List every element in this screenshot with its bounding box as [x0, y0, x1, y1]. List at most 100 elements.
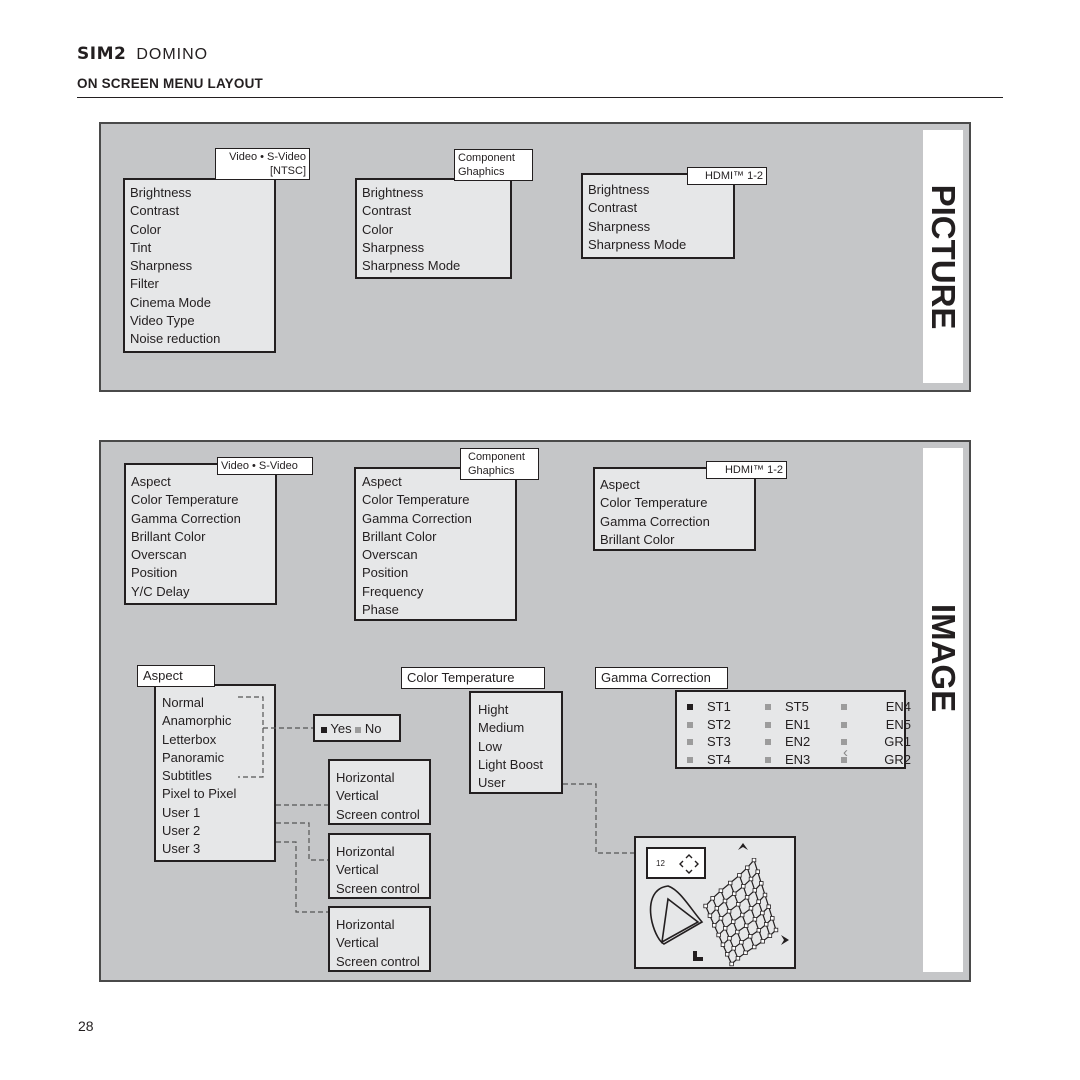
submenu-item[interactable]: Horizontal [336, 769, 429, 787]
color-temp-option[interactable]: Light Boost [478, 756, 561, 774]
gamma-correction-menu[interactable]: ST1 ST5 EN4 ST2 EN1 EN5 ST3 EN2 GR1 ST4 … [675, 690, 911, 769]
yes-option[interactable]: Yes [330, 721, 351, 736]
aspect-option[interactable]: Anamorphic [162, 712, 274, 730]
yes-radio-icon[interactable] [321, 726, 327, 733]
submenu-item[interactable]: Horizontal [336, 916, 429, 934]
aspect-option[interactable]: User 3 [162, 840, 274, 858]
menu-item[interactable]: Sharpness Mode [588, 236, 733, 254]
radio-icon[interactable] [765, 721, 771, 728]
radio-icon[interactable] [687, 721, 693, 728]
picture-menu-video[interactable]: Brightness Contrast Color Tint Sharpness… [123, 178, 276, 353]
color-user-panel[interactable]: 12 [634, 836, 796, 969]
menu-item[interactable]: Color Temperature [600, 494, 754, 512]
menu-item[interactable]: Position [131, 564, 275, 582]
menu-item[interactable]: Cinema Mode [130, 294, 274, 312]
menu-item[interactable]: Brillant Color [600, 531, 754, 549]
color-temp-option[interactable]: Hight [478, 701, 561, 719]
aspect-option[interactable]: Pixel to Pixel [162, 785, 274, 803]
direction-arrows-icon[interactable] [676, 851, 702, 877]
gamma-option[interactable]: EN5 [861, 716, 911, 734]
menu-item[interactable]: Contrast [362, 202, 510, 220]
menu-item[interactable]: Overscan [362, 546, 515, 564]
menu-item[interactable]: Color Temperature [362, 491, 515, 509]
menu-item[interactable]: Filter [130, 275, 274, 293]
menu-item[interactable]: Noise reduction [130, 330, 274, 348]
no-option[interactable]: No [365, 721, 382, 736]
menu-item[interactable]: Gamma Correction [600, 513, 754, 531]
gamma-option[interactable]: ST1 [707, 698, 765, 716]
menu-item[interactable]: Aspect [131, 473, 275, 491]
menu-item[interactable]: Brightness [362, 184, 510, 202]
submenu-item[interactable]: Horizontal [336, 843, 429, 861]
gamma-option[interactable]: ST5 [785, 698, 841, 716]
grid-node [744, 895, 750, 900]
gamma-option[interactable]: EN3 [785, 751, 841, 769]
radio-icon[interactable] [841, 704, 847, 710]
submenu-item[interactable]: Screen control [336, 953, 429, 971]
menu-item[interactable]: Brillant Color [131, 528, 275, 546]
menu-item[interactable]: Sharpness [588, 218, 733, 236]
aspect-option[interactable]: Letterbox [162, 731, 274, 749]
menu-item[interactable]: Contrast [130, 202, 274, 220]
menu-item[interactable]: Frequency [362, 583, 515, 601]
color-temp-option[interactable]: Low [478, 738, 561, 756]
gamma-option[interactable]: EN1 [785, 716, 841, 734]
menu-item[interactable]: Tint [130, 239, 274, 257]
submenu-item[interactable]: Vertical [336, 934, 429, 952]
menu-item[interactable]: Color Temperature [131, 491, 275, 509]
menu-item[interactable]: Sharpness Mode [362, 257, 510, 275]
aspect-menu[interactable]: Normal Anamorphic Letterbox Panoramic Su… [154, 684, 276, 862]
radio-icon[interactable] [687, 756, 693, 763]
submenu-item[interactable]: Vertical [336, 787, 429, 805]
subtitles-yes-no[interactable]: Yes No [313, 714, 401, 742]
menu-item[interactable]: Contrast [588, 199, 733, 217]
no-radio-icon[interactable] [355, 726, 362, 733]
gamma-option[interactable]: GR1 [861, 733, 911, 751]
menu-item[interactable]: Brillant Color [362, 528, 515, 546]
user2-submenu[interactable]: Horizontal Vertical Screen control [328, 833, 431, 899]
menu-item[interactable]: Position [362, 564, 515, 582]
gamma-option[interactable]: ST2 [707, 716, 765, 734]
gamma-option[interactable]: EN4 [861, 698, 911, 716]
radio-icon[interactable] [687, 704, 693, 710]
grid-node [741, 884, 746, 889]
submenu-item[interactable]: Vertical [336, 861, 429, 879]
gamma-option[interactable]: GR2 [861, 751, 911, 769]
menu-item[interactable]: Sharpness [362, 239, 510, 257]
radio-icon[interactable] [765, 739, 771, 745]
gamma-option[interactable]: ST3 [707, 733, 765, 751]
gamma-option[interactable]: EN2 [785, 733, 841, 751]
radio-icon[interactable] [765, 756, 771, 763]
menu-item[interactable]: Brightness [130, 184, 274, 202]
radio-icon[interactable] [765, 704, 771, 710]
submenu-item[interactable]: Screen control [336, 880, 429, 898]
aspect-option[interactable]: Normal [162, 694, 274, 712]
user1-submenu[interactable]: Horizontal Vertical Screen control [328, 759, 431, 825]
menu-item[interactable]: Gamma Correction [362, 510, 515, 528]
menu-item[interactable]: Y/C Delay [131, 583, 275, 601]
menu-item[interactable]: Phase [362, 601, 515, 619]
submenu-item[interactable]: Screen control [336, 806, 429, 824]
menu-item[interactable]: Color [362, 221, 510, 239]
color-temp-option[interactable]: User [478, 774, 561, 792]
radio-icon[interactable] [841, 721, 847, 728]
color-temperature-menu[interactable]: Hight Medium Low Light Boost User [469, 691, 563, 794]
menu-item[interactable]: Video Type [130, 312, 274, 330]
menu-item[interactable]: Sharpness [130, 257, 274, 275]
gamma-option[interactable]: ST4 [707, 751, 765, 769]
aspect-option[interactable]: Panoramic [162, 749, 274, 767]
menu-item[interactable]: Gamma Correction [131, 510, 275, 528]
aspect-option[interactable]: User 2 [162, 822, 274, 840]
radio-icon[interactable] [687, 739, 693, 745]
image-menu-hdmi[interactable]: Aspect Color Temperature Gamma Correctio… [593, 467, 756, 551]
picture-menu-hdmi[interactable]: Brightness Contrast Sharpness Sharpness … [581, 173, 735, 259]
menu-item[interactable]: Color [130, 221, 274, 239]
color-temp-option[interactable]: Medium [478, 719, 561, 737]
image-menu-component[interactable]: Aspect Color Temperature Gamma Correctio… [354, 467, 517, 621]
aspect-option[interactable]: User 1 [162, 804, 274, 822]
aspect-option[interactable]: Subtitles [162, 767, 274, 785]
picture-menu-component[interactable]: Brightness Contrast Color Sharpness Shar… [355, 178, 512, 279]
menu-item[interactable]: Overscan [131, 546, 275, 564]
image-menu-video[interactable]: Aspect Color Temperature Gamma Correctio… [124, 463, 277, 605]
user3-submenu[interactable]: Horizontal Vertical Screen control [328, 906, 431, 972]
